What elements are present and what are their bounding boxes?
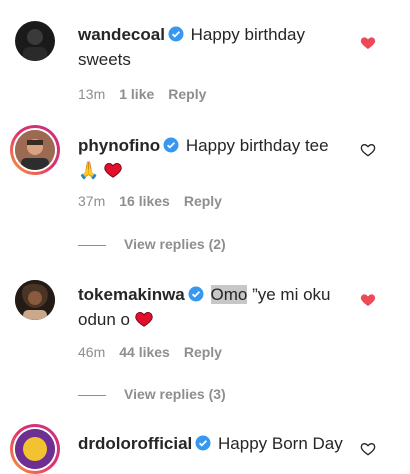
likes-count[interactable]: 1 like: [119, 86, 154, 102]
comment-text: phynofino Happy birthday tee 🙏: [78, 134, 348, 182]
divider-line: [78, 394, 106, 396]
reply-button[interactable]: Reply: [168, 86, 206, 102]
username[interactable]: drdolorofficial: [78, 434, 192, 453]
timestamp: 13m: [78, 86, 106, 102]
reply-button[interactable]: Reply: [184, 344, 222, 360]
comment-body: Happy Born Day: [218, 434, 343, 453]
avatar[interactable]: [15, 21, 55, 61]
red-heart-emoji-icon: [104, 163, 122, 178]
view-replies-button[interactable]: View replies (3): [78, 386, 226, 402]
timestamp: 46m: [78, 344, 106, 360]
highlighted-word: Omo: [210, 285, 248, 304]
likes-count[interactable]: 16 likes: [119, 193, 170, 209]
praying-hands-emoji: 🙏: [78, 161, 100, 180]
avatar[interactable]: [10, 424, 60, 474]
heart-filled-icon[interactable]: [360, 292, 376, 308]
avatar[interactable]: [10, 125, 60, 175]
verified-badge-icon: [188, 285, 204, 308]
comment-text: wandecoal Happy birthday sweets: [78, 23, 348, 71]
comment-meta: 46m 44 likes Reply: [78, 344, 236, 360]
heart-filled-icon[interactable]: [360, 35, 376, 51]
verified-badge-icon: [163, 136, 179, 159]
view-replies-button[interactable]: View replies (2): [78, 236, 226, 252]
timestamp: 37m: [78, 193, 106, 209]
comment-meta: 37m 16 likes Reply: [78, 193, 236, 209]
heart-outline-icon[interactable]: [360, 142, 376, 158]
comment-text: drdolorofficial Happy Born Day: [78, 432, 348, 457]
verified-badge-icon: [195, 434, 211, 457]
username[interactable]: wandecoal: [78, 25, 165, 44]
username[interactable]: phynofino: [78, 136, 160, 155]
comment-meta: 13m 1 like Reply: [78, 86, 220, 102]
comment-text: tokemakinwa Omo ”ye mi oku odun o: [78, 283, 348, 331]
avatar[interactable]: [15, 280, 55, 320]
view-replies-label: View replies (2): [124, 236, 226, 252]
heart-outline-icon[interactable]: [360, 441, 376, 457]
divider-line: [78, 244, 106, 246]
reply-button[interactable]: Reply: [184, 193, 222, 209]
username[interactable]: tokemakinwa: [78, 285, 185, 304]
red-heart-emoji-icon: [135, 312, 153, 327]
comment-body: Happy birthday tee: [185, 136, 329, 155]
view-replies-label: View replies (3): [124, 386, 226, 402]
verified-badge-icon: [168, 25, 184, 48]
likes-count[interactable]: 44 likes: [119, 344, 170, 360]
